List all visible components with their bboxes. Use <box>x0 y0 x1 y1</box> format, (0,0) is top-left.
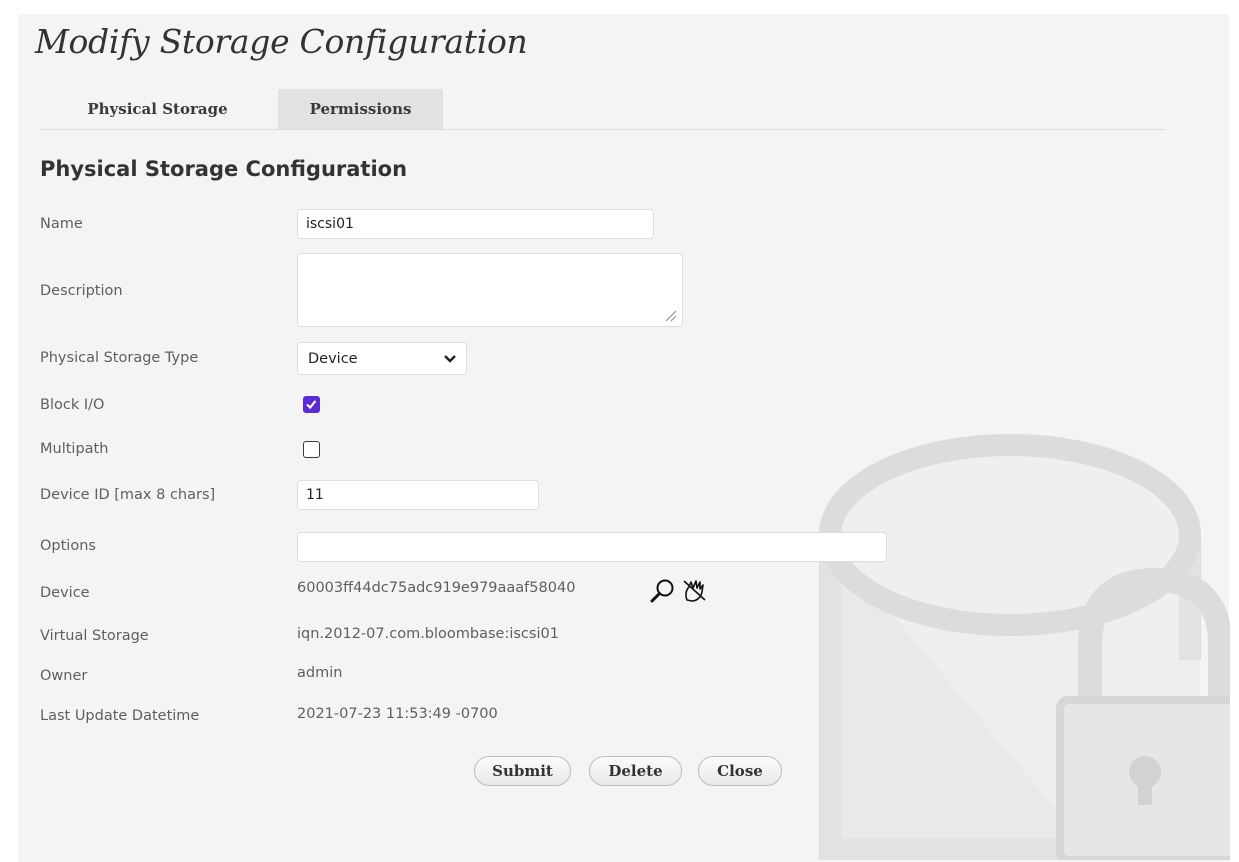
storage-lock-watermark-icon <box>819 434 1230 860</box>
hand-cross-icon[interactable] <box>681 578 709 604</box>
description-textarea[interactable] <box>297 253 683 327</box>
storage-type-label: Physical Storage Type <box>40 350 199 366</box>
device-id-input[interactable] <box>297 480 539 510</box>
device-id-label: Device ID [max 8 chars] <box>40 487 216 503</box>
virtual-storage-value: iqn.2012-07.com.bloombase:iscsi01 <box>297 626 559 642</box>
page-title: Modify Storage Configuration <box>35 22 528 61</box>
device-label: Device <box>40 585 90 601</box>
multipath-label: Multipath <box>40 441 109 457</box>
last-update-value: 2021-07-23 11:53:49 -0700 <box>297 706 498 722</box>
multipath-checkbox[interactable] <box>303 441 320 458</box>
chevron-down-icon <box>444 355 456 363</box>
description-label: Description <box>40 283 123 299</box>
block-io-label: Block I/O <box>40 397 105 413</box>
resize-grip-icon[interactable] <box>663 308 677 322</box>
block-io-checkbox[interactable] <box>303 396 320 413</box>
window-right-border <box>1229 0 1239 862</box>
options-input[interactable] <box>297 532 887 562</box>
window-left-border <box>0 0 18 862</box>
owner-label: Owner <box>40 668 88 684</box>
checkmark-icon <box>306 400 317 410</box>
options-label: Options <box>40 538 96 554</box>
delete-button[interactable]: Delete <box>589 756 682 786</box>
name-label: Name <box>40 216 83 232</box>
section-title: Physical Storage Configuration <box>40 157 408 181</box>
magnifier-icon[interactable] <box>649 578 677 604</box>
submit-button[interactable]: Submit <box>474 756 571 786</box>
tab-divider <box>40 129 1165 130</box>
window-top-border <box>0 0 1239 14</box>
name-input[interactable] <box>297 209 654 239</box>
virtual-storage-label: Virtual Storage <box>40 628 149 644</box>
tab-physical-storage[interactable]: Physical Storage <box>40 89 275 129</box>
close-button[interactable]: Close <box>698 756 782 786</box>
tab-permissions[interactable]: Permissions <box>278 89 443 129</box>
owner-value: admin <box>297 665 343 681</box>
last-update-label: Last Update Datetime <box>40 708 200 724</box>
device-value: 60003ff44dc75adc919e979aaaf58040 <box>297 580 576 596</box>
storage-type-selected-value: Device <box>308 351 358 367</box>
storage-type-select[interactable]: Device <box>297 342 467 375</box>
